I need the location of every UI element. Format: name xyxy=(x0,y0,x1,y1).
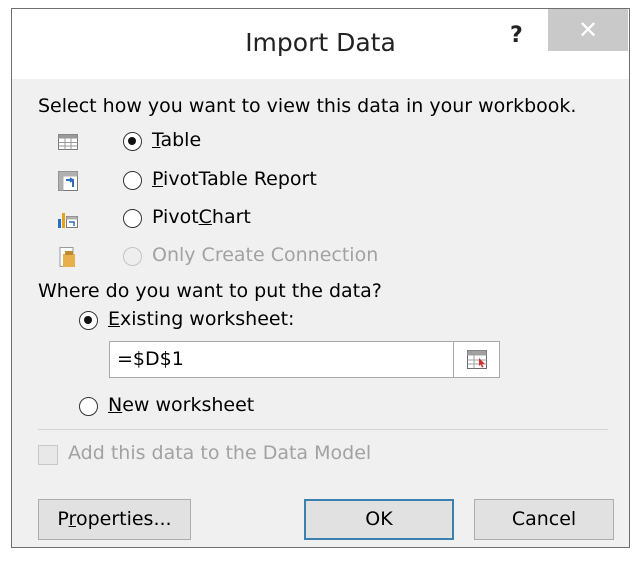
pivottable-option-label[interactable]: PivotTable Report xyxy=(152,168,317,190)
range-input[interactable]: =$D$1 xyxy=(109,341,454,378)
connection-icon xyxy=(59,247,75,267)
connection-option-label: Only Create Connection xyxy=(152,244,379,266)
range-select-icon xyxy=(467,350,487,369)
view-prompt: Select how you want to view this data in… xyxy=(38,95,577,117)
data-model-checkbox xyxy=(38,445,58,465)
pivotchart-icon xyxy=(58,213,78,228)
title-bar: Import Data ? ✕ xyxy=(12,9,629,79)
close-button[interactable]: ✕ xyxy=(548,9,628,51)
new-worksheet-radio[interactable] xyxy=(79,397,98,416)
cancel-button[interactable]: Cancel xyxy=(474,499,614,540)
connection-radio xyxy=(123,247,142,266)
ok-button[interactable]: OK xyxy=(304,499,454,540)
pivottable-icon xyxy=(58,171,78,191)
dialog-title: Import Data xyxy=(245,28,396,57)
data-model-label: Add this data to the Data Model xyxy=(68,442,372,464)
help-button[interactable]: ? xyxy=(510,23,523,48)
import-data-dialog: Import Data ? ✕ Select how you want to v… xyxy=(11,8,630,548)
location-prompt: Where do you want to put the data? xyxy=(38,280,382,302)
new-worksheet-label[interactable]: New worksheet xyxy=(108,394,254,416)
range-collapse-button[interactable] xyxy=(453,341,500,378)
table-icon xyxy=(58,134,78,150)
pivotchart-option-label[interactable]: PivotChart xyxy=(152,206,251,228)
pivotchart-radio[interactable] xyxy=(123,209,142,228)
section-divider xyxy=(38,429,608,430)
table-radio[interactable] xyxy=(123,132,142,151)
existing-worksheet-label[interactable]: Existing worksheet: xyxy=(108,308,294,330)
close-icon: ✕ xyxy=(577,16,599,44)
properties-button[interactable]: Properties... xyxy=(38,499,191,540)
existing-worksheet-radio[interactable] xyxy=(79,311,98,330)
pivottable-radio[interactable] xyxy=(123,171,142,190)
table-option-label[interactable]: Table xyxy=(152,129,201,151)
